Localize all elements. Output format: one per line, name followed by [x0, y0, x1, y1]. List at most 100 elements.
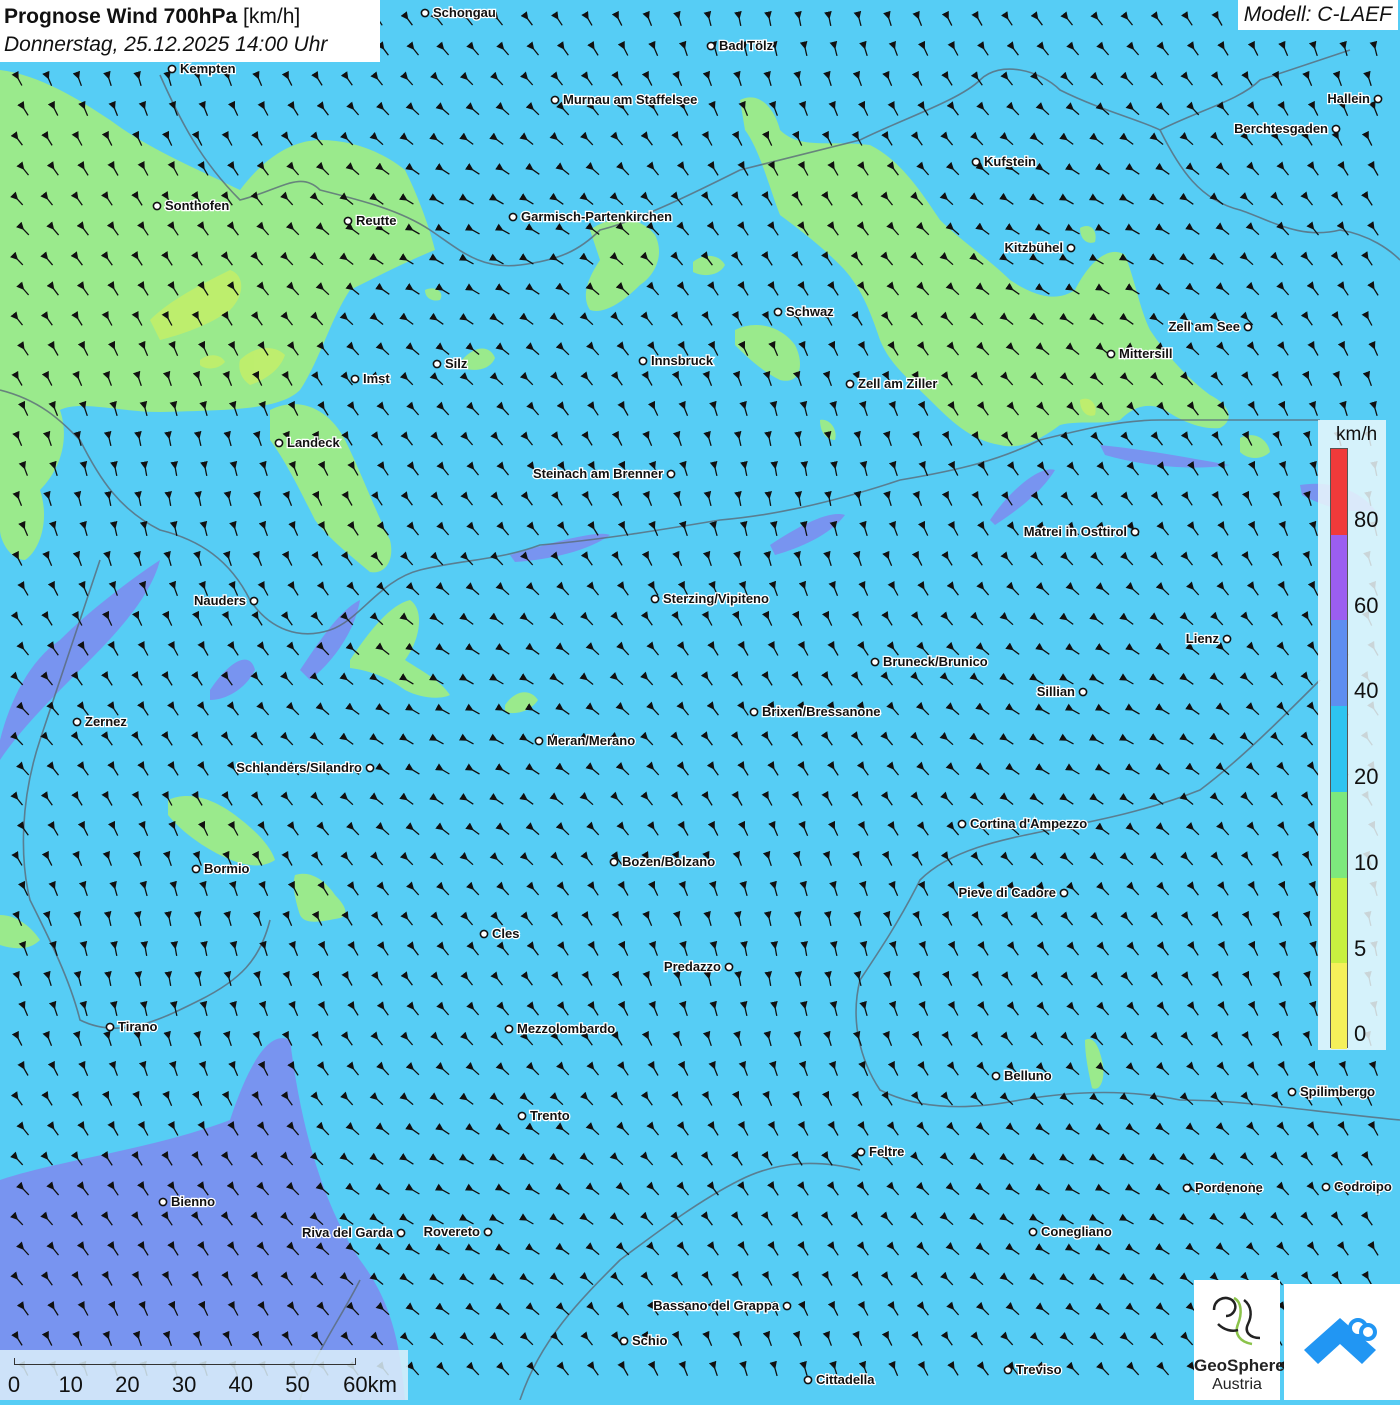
city-cittadella: Cittadella: [803, 1371, 877, 1388]
city-matrei-in-osttirol: Matrei in Osttirol: [1022, 523, 1140, 540]
geosphere-text-line1: GeoSphere: [1194, 1356, 1285, 1375]
city-name: Reutte: [356, 213, 396, 228]
legend-label: 10: [1354, 849, 1379, 875]
city-name: Bienno: [171, 1194, 215, 1209]
scale-label: 0: [7, 1372, 21, 1397]
city-zell-am-see: Zell am See: [1167, 318, 1253, 335]
city-name: Rovereto: [424, 1224, 480, 1239]
city-name: Sillian: [1037, 684, 1075, 699]
legend-bar: [1330, 448, 1348, 1049]
city-marker: [1130, 527, 1140, 537]
city-marker: [483, 1227, 493, 1237]
city-marker: [249, 596, 259, 606]
city-name: Zell am See: [1168, 319, 1240, 334]
city-marker: [803, 1375, 813, 1385]
city-marker: [1287, 1087, 1297, 1097]
city-marker: [350, 374, 360, 384]
city-name: Tirano: [118, 1019, 158, 1034]
city-name: Mezzolombardo: [517, 1021, 615, 1036]
city-marker: [508, 212, 518, 222]
city-name: Schongau: [433, 5, 496, 20]
geosphere-icon: [1212, 1296, 1261, 1346]
city-sonthofen: Sonthofen: [152, 197, 231, 214]
city-name: Steinach am Brenner: [533, 466, 663, 481]
city-name: Conegliano: [1041, 1224, 1112, 1239]
city-name: Innsbruck: [651, 353, 714, 368]
city-steinach-am-brenner: Steinach am Brenner: [532, 465, 676, 482]
city-name: Matrei in Osttirol: [1024, 524, 1127, 539]
city-name: Belluno: [1004, 1068, 1052, 1083]
city-pieve-di-cadore: Pieve di Cadore: [957, 884, 1069, 901]
city-cortina-d-ampezzo: Cortina d'Ampezzo: [957, 815, 1089, 832]
city-marker: [1066, 243, 1076, 253]
city-marker: [1003, 1365, 1013, 1375]
city-marker: [158, 1197, 168, 1207]
cloud-arrow-icon: [1304, 1318, 1377, 1364]
city-marker: [1331, 124, 1341, 134]
city-innsbruck: Innsbruck: [638, 352, 715, 369]
city-pordenone: Pordenone: [1182, 1179, 1264, 1196]
city-marker: [619, 1336, 629, 1346]
city-marker: [856, 1147, 866, 1157]
city-marker: [957, 819, 967, 829]
city-mezzolombardo: Mezzolombardo: [504, 1020, 617, 1037]
wind-map[interactable]: Schongau Bad Tölz Kempten Murnau am Staffel…: [0, 0, 1400, 1400]
geosphere-logo: GeoSphere Austria: [1194, 1280, 1285, 1400]
city-name: Cittadella: [816, 1372, 875, 1387]
city-marker: [72, 717, 82, 727]
city-name: Zernez: [85, 714, 127, 729]
city-name: Trento: [530, 1108, 570, 1123]
city-marker: [724, 962, 734, 972]
city-marker: [991, 1071, 1001, 1081]
city-name: Bassano del Grappa: [653, 1298, 779, 1313]
city-name: Kempten: [180, 61, 236, 76]
city-spilimbergo: Spilimbergo: [1287, 1083, 1376, 1100]
city-berchtesgaden: Berchtesgaden: [1233, 120, 1341, 137]
city-name: Lienz: [1186, 631, 1220, 646]
city-marker: [1106, 349, 1116, 359]
city-marker: [504, 1024, 514, 1034]
city-name: Schwaz: [786, 304, 834, 319]
city-name: Bormio: [204, 861, 250, 876]
city-marker: [845, 379, 855, 389]
city-name: Zell am Ziller: [858, 376, 937, 391]
city-brixen-bressanone: Brixen/Bressanone: [749, 703, 882, 720]
city-marker: [420, 8, 430, 18]
city-name: Nauders: [194, 593, 246, 608]
city-name: Kitzbühel: [1005, 240, 1064, 255]
city-conegliano: Conegliano: [1028, 1223, 1113, 1240]
city-marker: [870, 657, 880, 667]
city-marker: [152, 201, 162, 211]
city-marker: [1078, 687, 1088, 697]
city-marker: [971, 157, 981, 167]
city-name: Bozen/Bolzano: [622, 854, 715, 869]
scale-label: 50: [285, 1372, 310, 1397]
city-marker: [396, 1228, 406, 1238]
city-marker: [432, 359, 442, 369]
city-name: Meran/Merano: [547, 733, 635, 748]
legend-swatch: [1331, 449, 1347, 535]
city-name: Schlanders/Silandro: [236, 760, 362, 775]
city-marker: [167, 64, 177, 74]
legend-label: 40: [1354, 678, 1379, 704]
city-name: Cles: [492, 926, 519, 941]
app-logo: [1284, 1284, 1400, 1400]
scale-label: 10: [58, 1372, 83, 1397]
city-name: Sterzing/Vipiteno: [663, 591, 769, 606]
city-marker: [274, 438, 284, 448]
city-marker: [1028, 1227, 1038, 1237]
legend-swatch: [1331, 706, 1347, 792]
city-marker: [365, 763, 375, 773]
city-name: Feltre: [869, 1144, 904, 1159]
city-name: Bruneck/Brunico: [883, 654, 988, 669]
city-marker: [517, 1111, 527, 1121]
city-marker: [1222, 634, 1232, 644]
city-murnau-am-staffelsee: Murnau am Staffelsee: [550, 91, 699, 108]
city-bozen-bolzano: Bozen/Bolzano: [609, 853, 716, 870]
scale-label: 20: [115, 1372, 140, 1397]
model-label: Modell: C-LAEF: [1237, 0, 1398, 30]
scale-labels: 0 10 20 30 40 50 60km: [0, 1372, 408, 1398]
city-name: Pordenone: [1195, 1180, 1263, 1195]
city-name: Codroipo: [1334, 1179, 1392, 1194]
city-name: Bad Tölz: [719, 38, 774, 53]
